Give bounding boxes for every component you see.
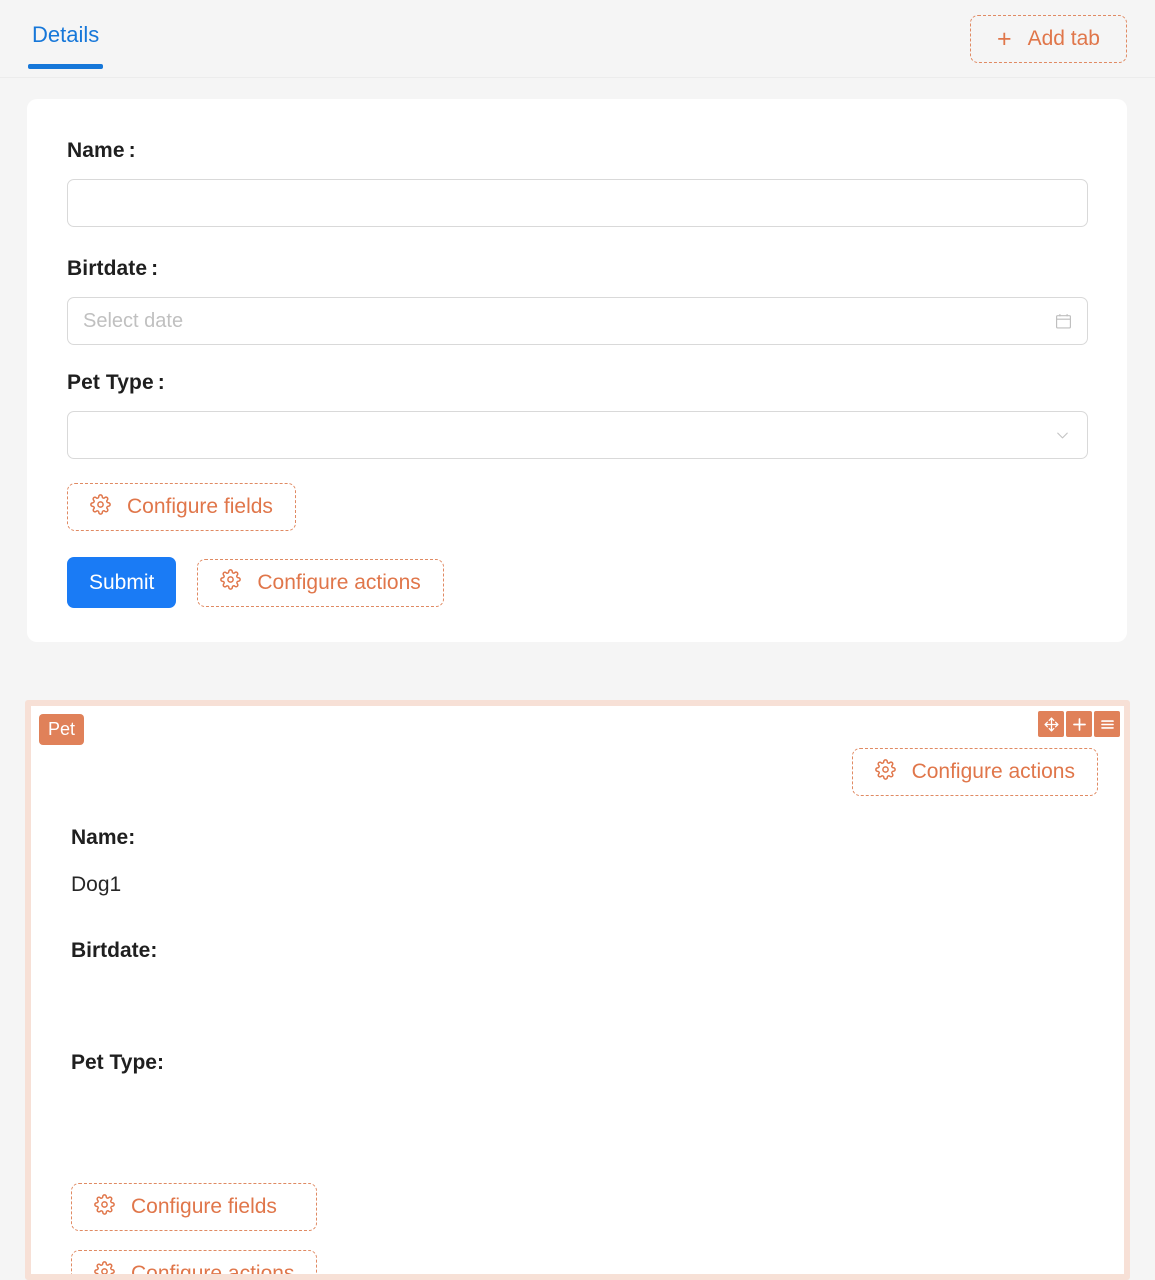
pet-panel-toolbar — [1038, 711, 1120, 737]
pet-configure-actions-bottom-label: Configure actions — [131, 1262, 295, 1280]
submit-label: Submit — [89, 570, 155, 594]
configure-fields-button[interactable]: Configure fields — [67, 483, 296, 531]
gear-icon — [220, 569, 242, 596]
name-label-colon: : — [128, 139, 136, 162]
pet-configure-actions-row: Configure actions — [851, 748, 1098, 796]
menu-icon[interactable] — [1094, 711, 1120, 737]
pet-name-label-colon: : — [128, 826, 136, 849]
tab-details[interactable]: Details — [28, 0, 104, 69]
add-tab-button[interactable]: + Add tab — [969, 15, 1127, 63]
pet-configure-actions-button[interactable]: Configure actions — [851, 748, 1098, 796]
submit-button[interactable]: Submit — [67, 557, 177, 608]
birtdate-label-text: Birtdate — [67, 257, 148, 280]
pet-type-field-label: Pet Type: — [67, 371, 1087, 395]
app-root: Details + Add tab Name: Birtdate: Select… — [0, 0, 1155, 1280]
pet-birtdate-label-colon: : — [150, 939, 158, 963]
pet-name-value: Dog1 — [71, 873, 122, 896]
pet-configure-actions-label: Configure actions — [911, 760, 1075, 783]
pet-panel-badge: Pet — [39, 714, 85, 745]
plus-icon[interactable] — [1066, 711, 1092, 737]
name-label-text: Name — [67, 139, 125, 162]
birtdate-label-colon: : — [151, 257, 159, 280]
gear-icon — [90, 493, 111, 521]
pet-panel-inner: Pet Configure actions Name: Dog1 Birtdat… — [31, 706, 1124, 1274]
form-actions-row: Submit Configure actions — [67, 557, 1087, 608]
configure-actions-button[interactable]: Configure actions — [197, 558, 444, 607]
gear-icon — [94, 1193, 115, 1221]
configure-fields-label: Configure fields — [127, 495, 273, 518]
pet-type-select-wrap — [67, 411, 1088, 459]
pet-type-label: Pet Type: — [71, 1051, 1084, 1075]
details-form-card: Name: Birtdate: Pet Type: — [27, 99, 1127, 642]
gear-icon — [874, 758, 896, 786]
name-field-label: Name: — [67, 139, 1087, 163]
pet-birtdate-label-text: Birtdate — [71, 939, 151, 963]
pet-type-select[interactable] — [67, 411, 1088, 459]
pet-panel: Pet Configure actions Name: Dog1 Birtdat… — [25, 700, 1130, 1280]
move-icon[interactable] — [1038, 711, 1064, 737]
pet-birtdate-label: Birtdate: — [71, 939, 1084, 963]
pet-type-label-colon: : — [157, 371, 165, 394]
pet-name-label-text: Name — [71, 826, 129, 849]
configure-actions-label: Configure actions — [257, 570, 421, 594]
name-input[interactable] — [67, 179, 1088, 227]
pet-configure-fields-label: Configure fields — [131, 1195, 277, 1218]
gear-icon — [94, 1260, 115, 1274]
pet-type-label-text: Pet Type — [67, 371, 154, 394]
tab-details-label: Details — [32, 22, 100, 47]
add-tab-label: Add tab — [1027, 27, 1100, 50]
tab-bar: Details + Add tab — [0, 0, 1155, 80]
pet-configure-fields-button[interactable]: Configure fields — [71, 1183, 318, 1231]
birtdate-input-wrap — [67, 297, 1088, 345]
birtdate-field-label: Birtdate: — [67, 257, 1087, 281]
pet-name-label: Name: — [71, 826, 1084, 850]
pet-configure-actions-button-bottom[interactable]: Configure actions — [71, 1250, 318, 1280]
pet-type-label-colon: : — [156, 1051, 164, 1075]
name-input-wrap — [67, 179, 1088, 227]
birtdate-input[interactable] — [67, 297, 1088, 345]
pet-type-label-text: Pet Type — [71, 1051, 157, 1075]
plus-icon: + — [996, 24, 1012, 53]
pet-panel-bottom-buttons: Configure fields Configure actions — [71, 1183, 318, 1280]
